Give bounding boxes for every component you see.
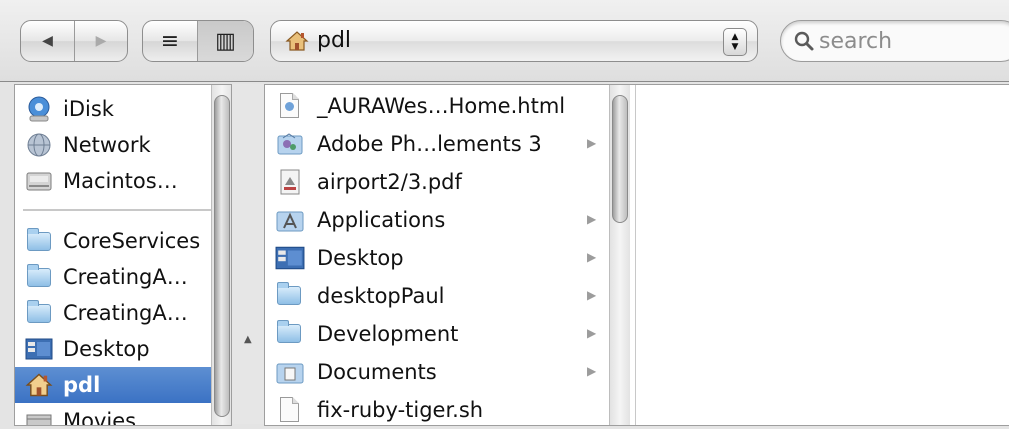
list-view-icon: ≡ xyxy=(160,28,180,54)
file-name: Development xyxy=(317,322,459,346)
list-view-button[interactable]: ≡ xyxy=(143,21,197,61)
applications-folder-icon xyxy=(275,205,305,235)
sidebar-item-desktop[interactable]: Desktop xyxy=(15,331,215,367)
movies-icon xyxy=(25,407,53,425)
sidebar-item-coreservices[interactable]: CoreServices xyxy=(15,223,215,259)
sidebar-item-creatinga-1[interactable]: CreatingA… xyxy=(15,259,215,295)
sidebar-item-macintosh-hd[interactable]: Macintos… xyxy=(15,163,215,199)
file-name: Adobe Ph…lements 3 xyxy=(317,132,542,156)
file-row-desktoppaul[interactable]: desktopPaul ▶ xyxy=(265,277,605,315)
disclosure-arrow-icon: ▶ xyxy=(587,212,597,226)
column-scrollbar[interactable] xyxy=(609,85,630,425)
adobe-folder-icon xyxy=(275,129,305,159)
sidebar-item-label: pdl xyxy=(63,373,101,397)
path-popup-button[interactable]: pdl ▲ ▼ xyxy=(270,20,758,62)
browser-column-empty xyxy=(636,85,1009,425)
idisk-icon xyxy=(25,95,53,123)
file-name: _AURAWes…Home.html xyxy=(317,94,566,118)
home-icon xyxy=(25,371,53,399)
file-name: desktopPaul xyxy=(317,284,445,308)
back-button[interactable]: ◀ xyxy=(21,21,74,61)
pdf-file-icon xyxy=(275,167,305,197)
disclosure-arrow-icon: ▶ xyxy=(587,136,597,150)
document-icon xyxy=(275,395,305,425)
file-name: airport2/3.pdf xyxy=(317,170,462,194)
hard-drive-icon xyxy=(25,167,53,195)
network-icon xyxy=(25,131,53,159)
search-input[interactable] xyxy=(817,26,1001,56)
sidebar-item-idisk[interactable]: iDisk xyxy=(15,91,215,127)
column-view-icon: ▥ xyxy=(215,28,236,54)
file-row-fix-ruby-tiger[interactable]: fix-ruby-tiger.sh xyxy=(265,391,605,429)
sidebar: iDisk Network Macintos… CoreServices Cre… xyxy=(14,84,232,426)
file-row-airport-pdf[interactable]: airport2/3.pdf xyxy=(265,163,605,201)
folder-icon xyxy=(275,319,305,349)
toolbar: ◀ ▶ ≡ ▥ pdl ▲ ▼ xyxy=(0,0,1009,82)
folder-icon xyxy=(25,263,53,291)
file-row-aurawes-home-html[interactable]: _AURAWes…Home.html xyxy=(265,87,605,125)
disclosure-arrow-icon: ▶ xyxy=(587,288,597,302)
scroll-up-arrow-icon[interactable]: ▲ xyxy=(244,334,252,345)
view-mode-control: ≡ ▥ xyxy=(142,20,254,62)
forward-button[interactable]: ▶ xyxy=(75,21,127,61)
sidebar-splitter[interactable]: ▲ xyxy=(232,84,264,424)
sidebar-item-label: Network xyxy=(63,133,151,157)
sidebar-scroll-thumb[interactable] xyxy=(214,95,230,417)
sidebar-item-label: Movies xyxy=(63,409,137,426)
sidebar-item-label: CreatingA… xyxy=(63,265,188,289)
column-browser: _AURAWes…Home.html Adobe Ph…lements 3 ▶ … xyxy=(264,84,1009,426)
folder-icon xyxy=(25,299,53,327)
magnifier-icon xyxy=(794,31,814,51)
documents-folder-icon xyxy=(275,357,305,387)
disclosure-arrow-icon: ▶ xyxy=(587,364,597,378)
file-name: Applications xyxy=(317,208,446,232)
sidebar-item-pdl[interactable]: pdl xyxy=(15,367,215,403)
forward-arrow-icon: ▶ xyxy=(95,33,107,49)
column-scroll-thumb[interactable] xyxy=(612,95,628,223)
folder-icon xyxy=(25,227,53,255)
toolbar-divider xyxy=(0,81,1009,82)
path-stepper[interactable]: ▲ ▼ xyxy=(723,28,747,56)
file-row-adobe-photoshop-elements[interactable]: Adobe Ph…lements 3 ▶ xyxy=(265,125,605,163)
sidebar-separator xyxy=(23,209,211,211)
back-arrow-icon: ◀ xyxy=(42,33,53,49)
file-row-documents[interactable]: Documents ▶ xyxy=(265,353,605,391)
path-label: pdl xyxy=(317,28,352,53)
sidebar-item-label: Macintos… xyxy=(63,169,178,193)
sidebar-item-label: Desktop xyxy=(63,337,150,361)
file-name: fix-ruby-tiger.sh xyxy=(317,398,484,422)
stepper-up-icon: ▲ xyxy=(731,32,739,42)
sidebar-scrollbar[interactable] xyxy=(211,85,231,425)
column-view-button[interactable]: ▥ xyxy=(198,21,253,61)
disclosure-arrow-icon: ▶ xyxy=(587,326,597,340)
sidebar-item-label: CreatingA… xyxy=(63,301,188,325)
sidebar-item-movies[interactable]: Movies xyxy=(15,403,215,426)
file-row-applications[interactable]: Applications ▶ xyxy=(265,201,605,239)
desktop-icon xyxy=(25,335,53,363)
sidebar-item-network[interactable]: Network xyxy=(15,127,215,163)
html-file-icon xyxy=(275,91,305,121)
file-name: Documents xyxy=(317,360,437,384)
sidebar-item-creatinga-2[interactable]: CreatingA… xyxy=(15,295,215,331)
back-forward-control: ◀ ▶ xyxy=(20,20,128,62)
browser-column-pdl: _AURAWes…Home.html Adobe Ph…lements 3 ▶ … xyxy=(265,85,636,425)
disclosure-arrow-icon: ▶ xyxy=(587,250,597,264)
desktop-icon xyxy=(275,243,305,273)
stepper-down-icon: ▼ xyxy=(731,42,739,52)
sidebar-item-label: CoreServices xyxy=(63,229,201,253)
search-field[interactable] xyxy=(780,20,1009,62)
file-row-desktop[interactable]: Desktop ▶ xyxy=(265,239,605,277)
folder-icon xyxy=(275,281,305,311)
home-icon xyxy=(285,31,309,51)
file-row-development[interactable]: Development ▶ xyxy=(265,315,605,353)
sidebar-item-label: iDisk xyxy=(63,97,114,121)
file-name: Desktop xyxy=(317,246,404,270)
